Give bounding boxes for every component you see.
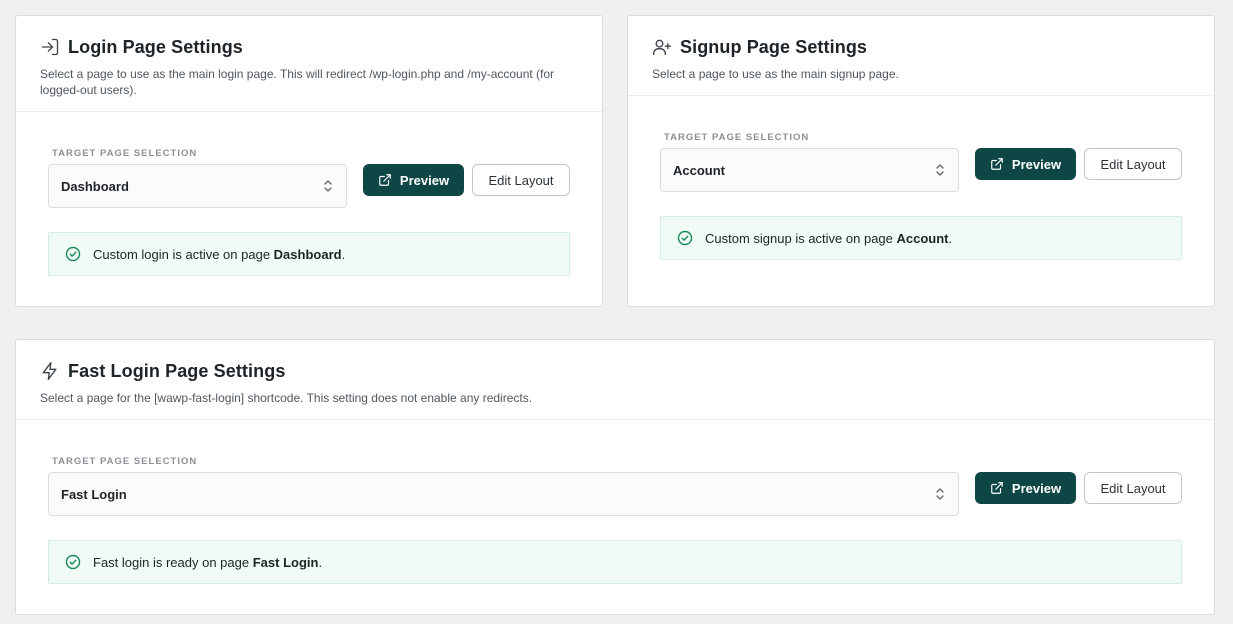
signup-preview-button[interactable]: Preview [975,148,1076,180]
chevron-up-down-icon [934,162,946,178]
login-selected-page: Dashboard [61,178,129,194]
login-card-header: Login Page Settings Select a page to use… [16,16,602,112]
fast-login-edit-layout-button[interactable]: Edit Layout [1084,472,1182,504]
signup-notice-text: Custom signup is active on page Account. [705,230,953,246]
login-notice-text: Custom login is active on page Dashboard… [93,246,346,262]
signup-card-header: Signup Page Settings Select a page to us… [628,16,1214,96]
fast-login-card-title: Fast Login Page Settings [68,360,286,381]
external-link-icon [990,157,1004,171]
login-preview-label: Preview [399,172,450,188]
chevron-up-down-icon [322,178,334,194]
signup-selected-page: Account [673,162,725,178]
chevron-up-down-icon [934,486,946,502]
lightning-icon [40,361,60,381]
login-card-description: Select a page to use as the main login p… [40,67,555,97]
fast-login-card-description: Select a page for the [wawp-fast-login] … [40,391,533,405]
user-plus-icon [652,37,672,57]
fast-login-notice-page: Fast Login [252,554,319,570]
check-circle-icon [65,246,81,262]
signup-edit-layout-button[interactable]: Edit Layout [1084,148,1182,180]
signup-field-label: TARGET PAGE SELECTION [664,132,810,143]
login-notice-page: Dashboard [273,246,342,262]
fast-login-preview-button[interactable]: Preview [975,472,1076,504]
fast-login-field-label: TARGET PAGE SELECTION [52,456,198,467]
login-edit-layout-button[interactable]: Edit Layout [472,164,570,196]
login-field-label: TARGET PAGE SELECTION [52,148,198,159]
login-page-select[interactable]: Dashboard [48,164,347,208]
login-status-notice: Custom login is active on page Dashboard… [48,232,570,276]
fast-login-preview-label: Preview [1011,480,1062,496]
fast-login-card-body: TARGET PAGE SELECTION Fast Login Preview… [16,420,1214,584]
signup-status-notice: Custom signup is active on page Account. [660,216,1182,260]
login-preview-button[interactable]: Preview [363,164,464,196]
login-icon [40,37,60,57]
signup-notice-page: Account [896,230,949,246]
check-circle-icon [65,554,81,570]
login-card-body: TARGET PAGE SELECTION Dashboard Preview [16,112,602,276]
fast-login-status-notice: Fast login is ready on page Fast Login. [48,540,1182,584]
login-settings-card: Login Page Settings Select a page to use… [15,15,603,307]
fast-login-settings-card: Fast Login Page Settings Select a page f… [15,339,1215,615]
fast-login-selected-page: Fast Login [61,486,127,502]
signup-card-body: TARGET PAGE SELECTION Account Preview Ed… [628,96,1214,260]
signup-card-description: Select a page to use as the main signup … [652,67,899,81]
signup-preview-label: Preview [1011,156,1062,172]
fast-login-notice-text: Fast login is ready on page Fast Login. [93,554,323,570]
fast-login-card-header: Fast Login Page Settings Select a page f… [16,340,1214,420]
signup-card-title: Signup Page Settings [680,36,868,57]
external-link-icon [378,173,392,187]
fast-login-page-select[interactable]: Fast Login [48,472,959,516]
signup-settings-card: Signup Page Settings Select a page to us… [627,15,1215,307]
check-circle-icon [677,230,693,246]
signup-page-select[interactable]: Account [660,148,959,192]
external-link-icon [990,481,1004,495]
login-card-title: Login Page Settings [68,36,243,57]
